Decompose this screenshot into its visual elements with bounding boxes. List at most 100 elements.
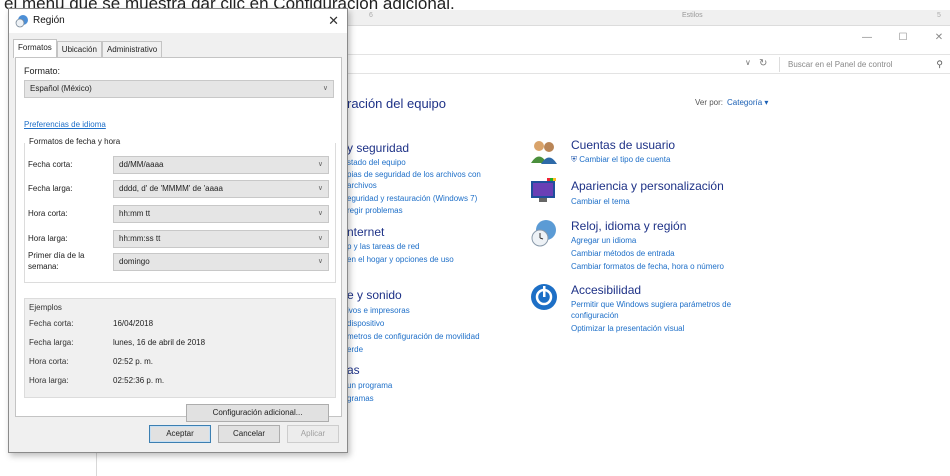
- tab-formatos[interactable]: Formatos: [13, 39, 57, 58]
- category-hardware-title[interactable]: e y sonido: [347, 288, 402, 302]
- change-account-type-link[interactable]: ⛨ Cambiar el tipo de cuenta: [571, 155, 670, 165]
- search-icon[interactable]: ⚲: [936, 57, 943, 72]
- first-day-value: domingo: [119, 257, 150, 266]
- category-accessibility-title[interactable]: Accesibilidad: [571, 283, 641, 297]
- date-time-group-title: Formatos de fecha y hora: [29, 137, 121, 146]
- example-long-time-label: Hora larga:: [29, 376, 69, 385]
- format-label: Formato:: [24, 66, 61, 76]
- user-accounts-icon: [531, 141, 557, 164]
- cp-address-bar: ∨ ↻ Buscar en el Panel de control ⚲: [347, 54, 950, 74]
- minimize-icon[interactable]: —: [860, 32, 874, 43]
- refresh-icon[interactable]: ↻: [759, 58, 767, 69]
- region-globe-icon: [15, 15, 28, 28]
- dialog-title: Región: [33, 15, 65, 26]
- chevron-down-icon: ∨: [322, 85, 328, 92]
- category-link[interactable]: eguridad y restauración (Windows 7): [347, 194, 477, 203]
- long-date-value: dddd, d' de 'MMMM' de 'aaaa: [119, 184, 223, 193]
- long-date-select[interactable]: dddd, d' de 'MMMM' de 'aaaa ∨: [113, 180, 329, 198]
- view-by-dropdown[interactable]: Categoría ▾: [727, 98, 768, 107]
- category-link[interactable]: metros de configuración de movilidad: [347, 332, 480, 341]
- tab-administrativo[interactable]: Administrativo: [101, 41, 163, 58]
- category-user-accounts-title[interactable]: Cuentas de usuario: [571, 138, 675, 152]
- language-preferences-link[interactable]: Preferencias de idioma: [24, 120, 106, 129]
- ok-button[interactable]: Aceptar: [149, 425, 211, 443]
- long-date-label: Fecha larga:: [28, 184, 73, 193]
- example-long-date-label: Fecha larga:: [29, 338, 74, 347]
- example-long-time-value: 02:52:36 p. m.: [113, 376, 165, 385]
- category-link[interactable]: pias de seguridad de los archivos con: [347, 170, 481, 179]
- short-date-select[interactable]: dd/MM/aaaa ∨: [113, 156, 329, 174]
- view-by-label: Ver por:: [695, 98, 724, 107]
- clock-globe-icon: [531, 220, 556, 247]
- apply-button[interactable]: Aplicar: [287, 425, 339, 443]
- chevron-down-icon: ∨: [317, 185, 323, 192]
- category-link[interactable]: gramas: [347, 394, 374, 403]
- cp-tab-number: 6: [369, 12, 373, 19]
- long-time-select[interactable]: hh:mm:ss tt ∨: [113, 230, 329, 248]
- close-icon[interactable]: ✕: [328, 13, 339, 29]
- category-link[interactable]: Optimizar la presentación visual: [571, 324, 684, 333]
- short-time-value: hh:mm tt: [119, 209, 151, 218]
- chevron-down-icon: ∨: [317, 235, 323, 242]
- chevron-down-icon[interactable]: ∨: [745, 58, 751, 67]
- category-link[interactable]: Cambiar formatos de fecha, hora o número: [571, 262, 724, 271]
- cancel-button[interactable]: Cancelar: [218, 425, 280, 443]
- category-link[interactable]: Cambiar el tema: [571, 197, 630, 206]
- first-day-label: Primer día de la semana:: [28, 251, 85, 271]
- cp-tab-right-number: 5: [937, 12, 941, 19]
- short-time-select[interactable]: hh:mm tt ∨: [113, 205, 329, 223]
- category-clock-region-title[interactable]: Reloj, idioma y región: [571, 219, 686, 233]
- category-link[interactable]: dispositivo: [347, 319, 384, 328]
- chevron-down-icon: ∨: [317, 258, 323, 265]
- formats-panel: Formato: Español (México) ∨ Preferencias…: [15, 57, 342, 422]
- example-short-time-value: 02:52 p. m.: [113, 357, 154, 366]
- examples-group: Ejemplos Fecha corta: 16/04/2018 Fecha l…: [24, 298, 336, 398]
- example-long-date-value: lunes, 16 de abril de 2018: [113, 338, 206, 347]
- category-link[interactable]: Permitir que Windows sugiera parámetros …: [571, 300, 731, 309]
- category-link[interactable]: p y las tareas de red: [347, 242, 419, 251]
- category-link[interactable]: un programa: [347, 381, 392, 390]
- additional-settings-button[interactable]: Configuración adicional...: [186, 404, 329, 422]
- format-select-value: Español (México): [30, 84, 92, 93]
- category-link[interactable]: regir problemas: [347, 206, 403, 215]
- cp-search-placeholder: Buscar en el Panel de control: [788, 60, 893, 69]
- cp-heading: ración del equipo: [347, 96, 447, 111]
- cp-search-input[interactable]: Buscar en el Panel de control ⚲: [779, 57, 945, 72]
- long-time-value: hh:mm:ss tt: [119, 234, 161, 243]
- chevron-down-icon: ∨: [317, 210, 323, 217]
- category-security-title[interactable]: y seguridad: [347, 141, 409, 155]
- chevron-down-icon: ∨: [317, 161, 323, 168]
- maximize-icon[interactable]: ☐: [896, 32, 910, 43]
- category-link[interactable]: configuración: [571, 311, 619, 320]
- cp-view-by: Ver por: Categoría ▾: [695, 98, 768, 107]
- examples-group-title: Ejemplos: [29, 303, 62, 312]
- close-icon[interactable]: ✕: [932, 32, 946, 43]
- short-date-label: Fecha corta:: [28, 160, 73, 169]
- short-date-value: dd/MM/aaaa: [119, 160, 164, 169]
- category-programs-title[interactable]: as: [347, 363, 360, 377]
- cp-tab-styles[interactable]: Estilos: [682, 12, 703, 19]
- example-short-date-value: 16/04/2018: [113, 319, 154, 328]
- region-dialog: Región ✕ Formatos Ubicación Administrati…: [8, 8, 348, 453]
- accessibility-icon: [531, 284, 557, 310]
- dialog-tabs: Formatos Ubicación Administrativo: [13, 39, 163, 58]
- example-short-date-label: Fecha corta:: [29, 319, 74, 328]
- category-link[interactable]: en el hogar y opciones de uso: [347, 255, 454, 264]
- category-link[interactable]: archivos: [347, 181, 377, 190]
- category-link[interactable]: ivos e impresoras: [347, 306, 410, 315]
- category-link: Cambiar el tipo de cuenta: [579, 155, 671, 164]
- format-select[interactable]: Español (México) ∨: [24, 80, 334, 98]
- category-link[interactable]: Agregar un idioma: [571, 236, 636, 245]
- shield-icon: ⛨: [571, 155, 577, 164]
- first-day-select[interactable]: domingo ∨: [113, 253, 329, 271]
- short-time-label: Hora corta:: [28, 209, 68, 218]
- tab-ubicacion[interactable]: Ubicación: [56, 41, 102, 58]
- category-link[interactable]: Cambiar métodos de entrada: [571, 249, 675, 258]
- example-short-time-label: Hora corta:: [29, 357, 69, 366]
- long-time-label: Hora larga:: [28, 234, 68, 243]
- category-link[interactable]: stado del equipo: [347, 158, 406, 167]
- category-appearance-title[interactable]: Apariencia y personalización: [571, 179, 724, 193]
- cp-window-controls: — ☐ ✕: [860, 32, 946, 43]
- category-network-title[interactable]: nternet: [347, 225, 384, 239]
- category-link[interactable]: erde: [347, 345, 363, 354]
